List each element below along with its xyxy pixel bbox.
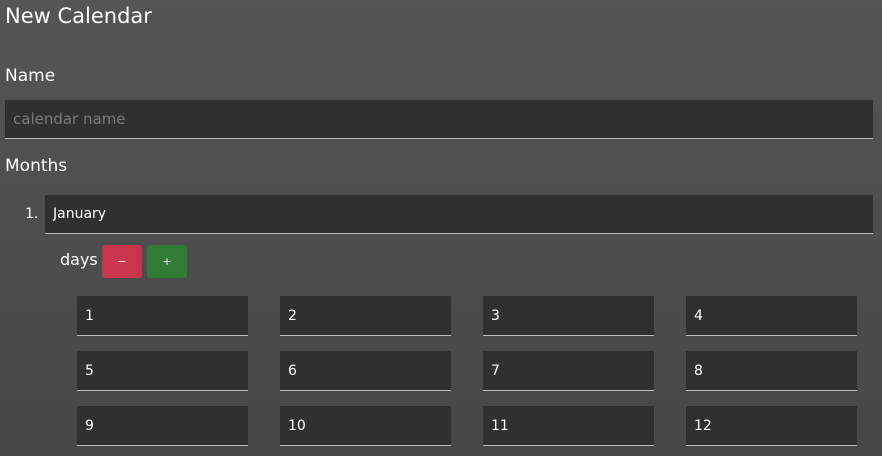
- remove-day-button[interactable]: −: [102, 245, 142, 278]
- add-day-button[interactable]: +: [147, 245, 187, 278]
- day-input[interactable]: [280, 296, 451, 336]
- calendar-name-input[interactable]: [5, 100, 873, 139]
- day-input[interactable]: [280, 406, 451, 446]
- day-input[interactable]: [77, 406, 248, 446]
- day-input[interactable]: [280, 351, 451, 391]
- day-input[interactable]: [686, 296, 857, 336]
- day-input[interactable]: [483, 296, 654, 336]
- day-input[interactable]: [77, 296, 248, 336]
- month-number: 1.: [25, 206, 39, 222]
- day-input[interactable]: [77, 351, 248, 391]
- name-label: Name: [5, 66, 56, 86]
- minus-icon: −: [117, 255, 127, 268]
- month-name-input[interactable]: [45, 195, 873, 234]
- months-label: Months: [5, 156, 68, 176]
- day-input[interactable]: [483, 406, 654, 446]
- days-label: days: [60, 250, 98, 269]
- day-input[interactable]: [483, 351, 654, 391]
- day-input[interactable]: [686, 406, 857, 446]
- day-input[interactable]: [686, 351, 857, 391]
- page-title: New Calendar: [5, 4, 152, 28]
- plus-icon: +: [162, 255, 172, 268]
